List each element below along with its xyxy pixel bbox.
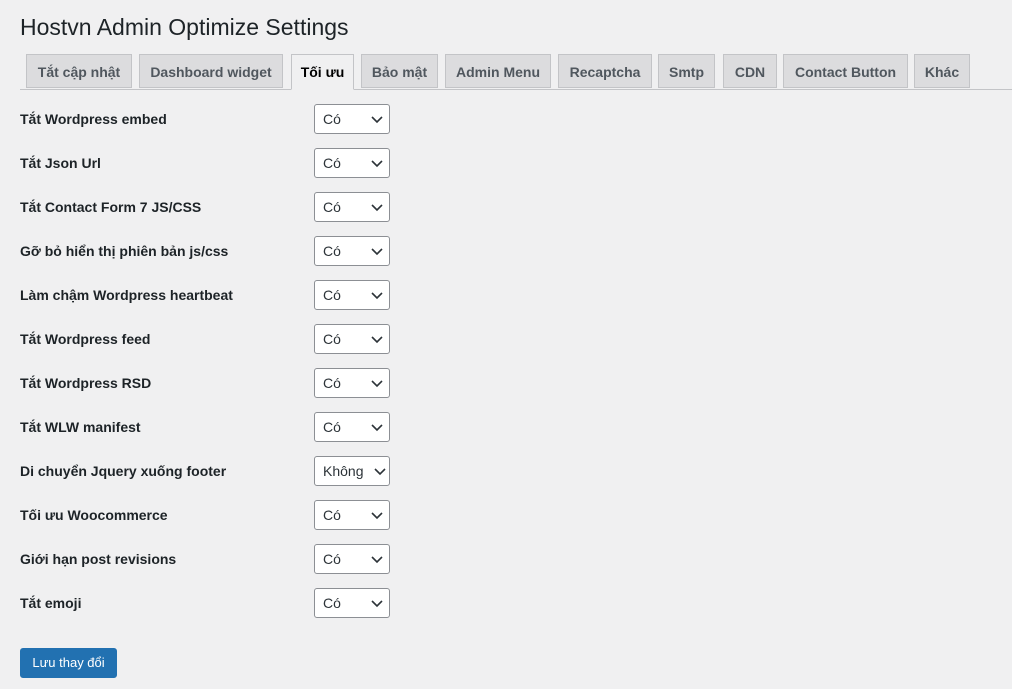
select-value: Có xyxy=(323,243,341,259)
select-value: Có xyxy=(323,155,341,171)
setting-select[interactable]: Có xyxy=(314,280,390,310)
setting-select[interactable]: Không xyxy=(314,456,390,486)
setting-select[interactable]: Có xyxy=(314,104,390,134)
settings-tabs: Tắt cập nhật Dashboard widget Tối ưu Bảo… xyxy=(20,54,1012,90)
setting-label: Di chuyển Jquery xuống footer xyxy=(20,463,227,479)
chevron-down-icon xyxy=(371,116,383,124)
setting-label: Gỡ bỏ hiển thị phiên bản js/css xyxy=(20,243,229,259)
select-value: Có xyxy=(323,111,341,127)
select-value: Không xyxy=(323,463,364,479)
select-value: Có xyxy=(323,287,341,303)
setting-select[interactable]: Có xyxy=(314,236,390,266)
tab-contact-button[interactable]: Contact Button xyxy=(783,54,908,88)
tab-admin-menu[interactable]: Admin Menu xyxy=(445,54,551,88)
tab-bao-mat[interactable]: Bảo mật xyxy=(361,54,438,88)
save-button[interactable]: Lưu thay đổi xyxy=(20,648,117,678)
setting-row-wordpress-embed: Tắt Wordpress embed Có xyxy=(20,104,420,134)
setting-label: Làm chậm Wordpress heartbeat xyxy=(20,287,233,303)
chevron-down-icon xyxy=(371,160,383,168)
chevron-down-icon xyxy=(371,380,383,388)
setting-select[interactable]: Có xyxy=(314,324,390,354)
chevron-down-icon xyxy=(371,336,383,344)
setting-row-heartbeat: Làm chậm Wordpress heartbeat Có xyxy=(20,280,420,310)
tab-cdn[interactable]: CDN xyxy=(723,54,777,88)
select-value: Có xyxy=(323,331,341,347)
setting-label: Tắt emoji xyxy=(20,595,82,611)
setting-row-json-url: Tắt Json Url Có xyxy=(20,148,420,178)
chevron-down-icon xyxy=(371,292,383,300)
chevron-down-icon xyxy=(371,600,383,608)
tab-recaptcha[interactable]: Recaptcha xyxy=(558,54,652,88)
select-value: Có xyxy=(323,199,341,215)
tab-dashboard-widget[interactable]: Dashboard widget xyxy=(139,54,283,88)
chevron-down-icon xyxy=(371,248,383,256)
setting-row-wordpress-rsd: Tắt Wordpress RSD Có xyxy=(20,368,420,398)
setting-select[interactable]: Có xyxy=(314,192,390,222)
setting-label: Tắt Json Url xyxy=(20,155,101,171)
setting-select[interactable]: Có xyxy=(314,412,390,442)
select-value: Có xyxy=(323,551,341,567)
page-title: Hostvn Admin Optimize Settings xyxy=(20,14,349,40)
tab-tat-cap-nhat[interactable]: Tắt cập nhật xyxy=(26,54,132,88)
setting-label: Tắt Contact Form 7 JS/CSS xyxy=(20,199,202,215)
setting-select[interactable]: Có xyxy=(314,368,390,398)
chevron-down-icon xyxy=(374,468,386,476)
chevron-down-icon xyxy=(371,424,383,432)
chevron-down-icon xyxy=(371,204,383,212)
select-value: Có xyxy=(323,595,341,611)
setting-label: Tắt Wordpress RSD xyxy=(20,375,152,391)
setting-select[interactable]: Có xyxy=(314,500,390,530)
tab-smtp[interactable]: Smtp xyxy=(658,54,715,88)
chevron-down-icon xyxy=(371,556,383,564)
chevron-down-icon xyxy=(371,512,383,520)
setting-row-post-revisions: Giới hạn post revisions Có xyxy=(20,544,420,574)
setting-label: Tối ưu Woocommerce xyxy=(20,507,168,523)
setting-row-jquery-footer: Di chuyển Jquery xuống footer Không xyxy=(20,456,420,486)
tab-toi-uu[interactable]: Tối ưu xyxy=(291,54,354,90)
select-value: Có xyxy=(323,375,341,391)
setting-label: Tắt WLW manifest xyxy=(20,419,141,435)
select-value: Có xyxy=(323,507,341,523)
select-value: Có xyxy=(323,419,341,435)
tab-khac[interactable]: Khác xyxy=(914,54,970,88)
setting-row-version-removal: Gỡ bỏ hiển thị phiên bản js/css Có xyxy=(20,236,420,266)
setting-select[interactable]: Có xyxy=(314,148,390,178)
setting-row-wordpress-feed: Tắt Wordpress feed Có xyxy=(20,324,420,354)
setting-row-woocommerce: Tối ưu Woocommerce Có xyxy=(20,500,420,530)
setting-row-emoji: Tắt emoji Có xyxy=(20,588,420,618)
setting-label: Giới hạn post revisions xyxy=(20,551,177,567)
setting-select[interactable]: Có xyxy=(314,588,390,618)
setting-label: Tắt Wordpress embed xyxy=(20,111,167,127)
setting-row-wlw-manifest: Tắt WLW manifest Có xyxy=(20,412,420,442)
setting-row-contact-form-7: Tắt Contact Form 7 JS/CSS Có xyxy=(20,192,420,222)
setting-label: Tắt Wordpress feed xyxy=(20,331,151,347)
setting-select[interactable]: Có xyxy=(314,544,390,574)
